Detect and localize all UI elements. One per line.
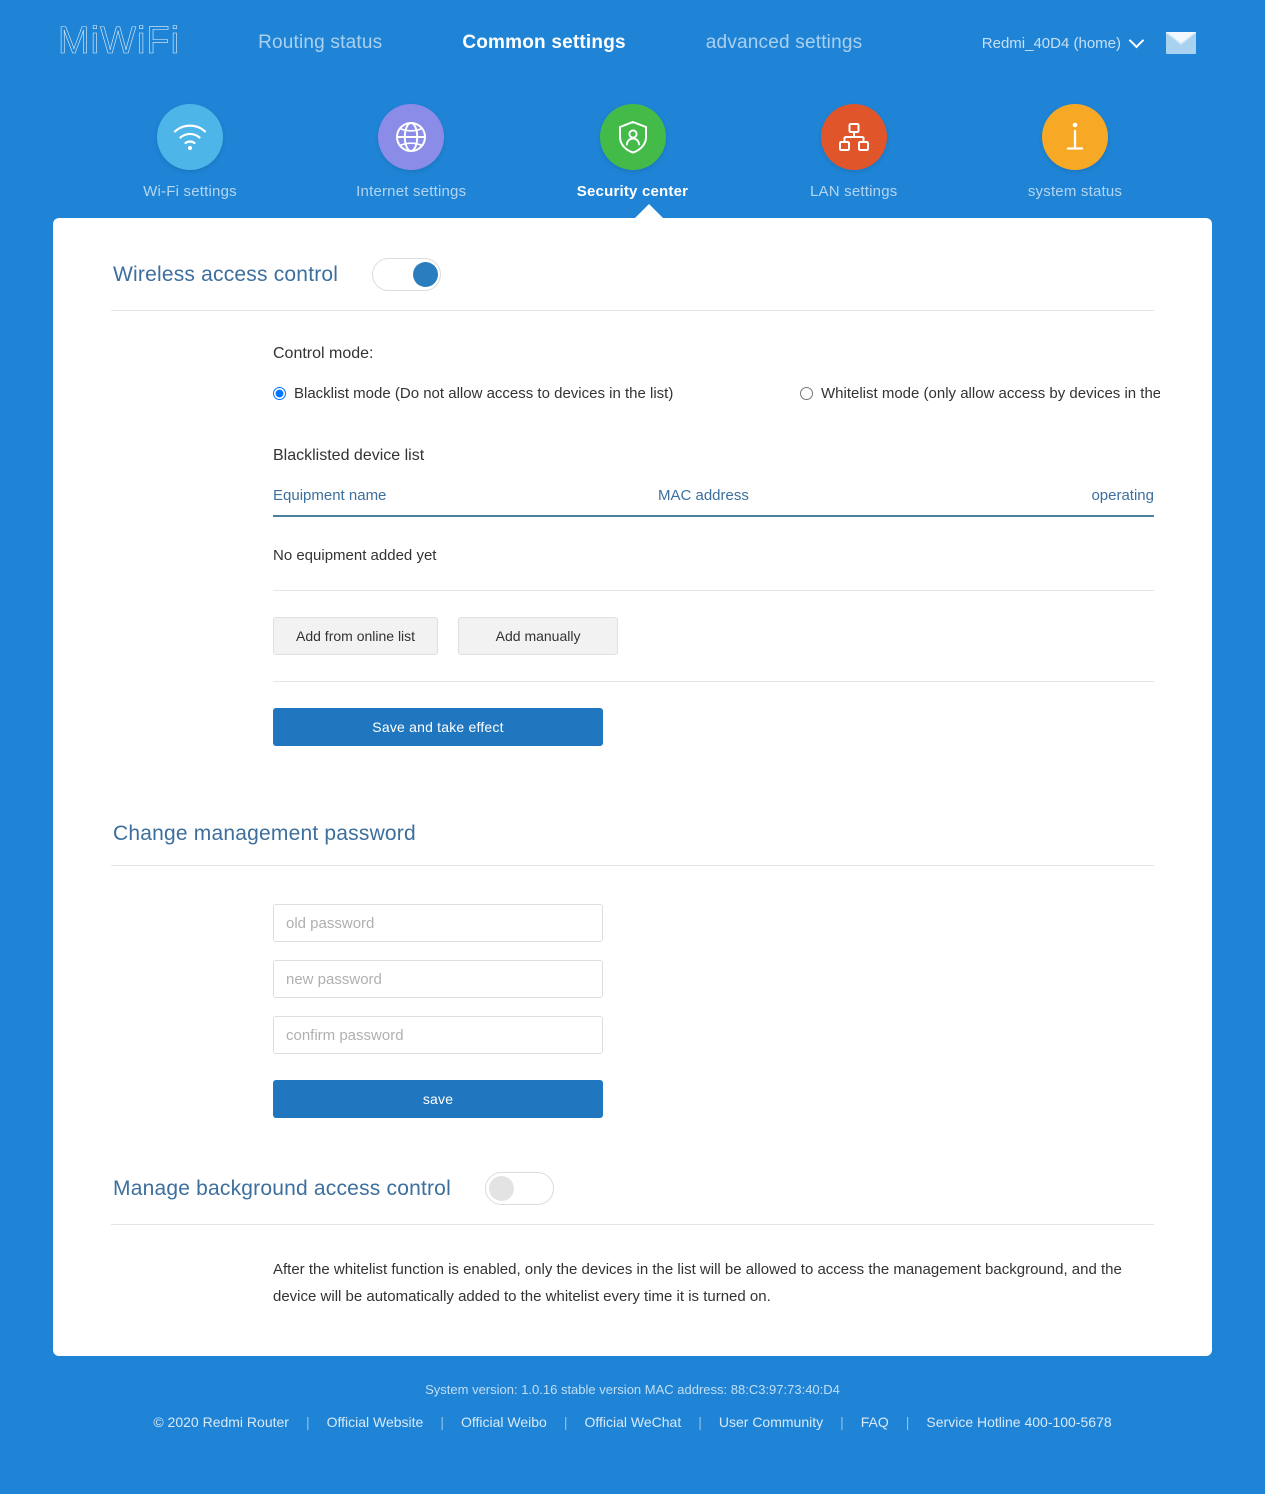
divider (111, 1224, 1154, 1225)
radio-whitelist-label: Whitelist mode (only allow access by dev… (821, 385, 1160, 402)
old-password-input[interactable] (273, 904, 603, 942)
table-header-row: Equipment name MAC address operating (273, 487, 1154, 517)
nav-icon-label: Security center (576, 183, 689, 200)
shield-user-icon (599, 104, 666, 170)
system-version-text: System version: 1.0.16 stable version MA… (425, 1382, 840, 1397)
background-access-note: After the whitelist function is enabled,… (273, 1261, 1122, 1305)
footer-copyright: © 2020 Redmi Router (153, 1414, 289, 1430)
radio-whitelist-mode[interactable]: Whitelist mode (only allow access by dev… (800, 383, 1160, 405)
column-header-mac-address: MAC address (658, 487, 1068, 517)
footer-link-user-community[interactable]: User Community (702, 1414, 840, 1430)
add-manually-button[interactable]: Add manually (458, 617, 619, 655)
nav-icon-label: Wi-Fi settings (143, 183, 237, 200)
globe-icon (378, 104, 445, 170)
footer-link-official-wechat[interactable]: Official WeChat (567, 1414, 698, 1430)
add-device-button-row: Add from online list Add manually (273, 591, 1154, 682)
background-access-body: After the whitelist function is enabled,… (111, 1256, 1154, 1310)
chevron-down-icon (1131, 35, 1144, 48)
nav-common-settings[interactable]: Common settings (462, 32, 625, 54)
footer-links: © 2020 Redmi Router | Official Website |… (0, 1414, 1265, 1430)
nav-icon-wifi-settings[interactable]: Wi-Fi settings (110, 104, 270, 200)
radio-blacklist-label: Blacklist mode (Do not allow access to d… (294, 385, 674, 402)
background-access-control-toggle[interactable] (484, 1172, 554, 1205)
network-topology-icon (820, 104, 887, 170)
change-password-title: Change management password (113, 822, 416, 845)
wifi-icon (157, 104, 223, 170)
main-nav: Routing status Common settings advanced … (258, 32, 862, 54)
confirm-password-input[interactable] (273, 1016, 603, 1054)
info-icon (1042, 104, 1108, 170)
toggle-knob (413, 262, 439, 287)
top-navigation-bar: MiWiFi Routing status Common settings ad… (0, 0, 1265, 86)
blacklist-device-table: Equipment name MAC address operating (273, 487, 1154, 517)
table-empty-message: No equipment added yet (273, 517, 1154, 591)
footer-link-official-website[interactable]: Official Website (310, 1414, 441, 1430)
blacklist-title: Blacklisted device list (273, 447, 425, 464)
nav-icon-label: LAN settings (810, 183, 898, 200)
divider (111, 310, 1154, 311)
nav-routing-status[interactable]: Routing status (258, 32, 382, 54)
column-header-equipment-name: Equipment name (273, 487, 658, 517)
divider (111, 865, 1154, 866)
nav-advanced-settings[interactable]: advanced settings (706, 32, 863, 54)
background-access-header: Manage background access control (111, 1166, 1154, 1205)
change-password-body: save (111, 904, 1154, 1118)
page-footer: System version: 1.0.16 stable version MA… (0, 1356, 1265, 1452)
new-password-input[interactable] (273, 960, 603, 998)
nav-icon-system-status[interactable]: system status (995, 104, 1155, 200)
footer-link-official-weibo[interactable]: Official Weibo (444, 1414, 564, 1430)
change-password-header: Change management password (111, 816, 1154, 846)
control-mode-label: Control mode: (273, 345, 374, 362)
nav-icon-label: Internet settings (356, 183, 467, 200)
save-password-button[interactable]: save (273, 1080, 603, 1118)
toggle-knob (488, 1176, 514, 1201)
router-name-label: Redmi_40D4 (home) (981, 34, 1121, 52)
save-and-take-effect-button[interactable]: Save and take effect (273, 708, 603, 746)
top-right-controls: Redmi_40D4 (home) (982, 32, 1241, 54)
nav-icon-lan-settings[interactable]: LAN settings (774, 104, 934, 200)
footer-link-faq[interactable]: FAQ (844, 1414, 906, 1430)
background-access-title: Manage background access control (113, 1176, 451, 1200)
card-pointer-arrow (634, 204, 664, 219)
miwifi-logo: MiWiFi (58, 20, 181, 62)
wireless-access-control-header: Wireless access control (111, 252, 1154, 291)
router-selector[interactable]: Redmi_40D4 (home) (982, 35, 1144, 52)
nav-icon-security-center[interactable]: Security center (553, 104, 713, 200)
radio-whitelist-input[interactable] (800, 387, 813, 400)
footer-link-service-hotline[interactable]: Service Hotline 400-100-5678 (909, 1414, 1128, 1430)
column-header-operating: operating (1068, 487, 1154, 517)
wireless-access-control-body: Control mode: Blacklist mode (Do not all… (111, 345, 1160, 746)
page-title: Wireless access control (113, 262, 339, 286)
nav-icon-internet-settings[interactable]: Internet settings (331, 104, 491, 200)
category-icon-nav: Wi-Fi settings Internet settings Securit… (0, 86, 1265, 200)
mail-icon[interactable] (1166, 32, 1196, 54)
wireless-access-control-toggle[interactable] (372, 258, 442, 291)
radio-blacklist-mode[interactable]: Blacklist mode (Do not allow access to d… (273, 383, 800, 405)
nav-icon-label: system status (1027, 183, 1123, 200)
add-from-online-list-button[interactable]: Add from online list (273, 617, 439, 655)
settings-card: Wireless access control Control mode: Bl… (53, 204, 1212, 1356)
radio-blacklist-input[interactable] (273, 387, 286, 400)
control-mode-radio-group: Blacklist mode (Do not allow access to d… (273, 383, 1160, 405)
